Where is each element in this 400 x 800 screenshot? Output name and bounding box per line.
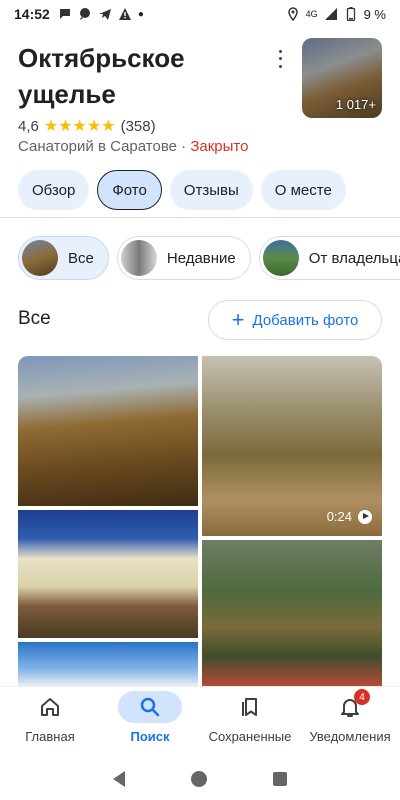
photo-grid: 0:24 (18, 356, 382, 686)
chip-thumbnail (262, 240, 299, 276)
photo-count: 1 017+ (335, 97, 376, 112)
filter-chip-owner[interactable]: От владельца (258, 236, 400, 280)
rating-row: 4,6 ★★★★★ (358) (18, 116, 156, 136)
header-photo[interactable]: 1 017+ (302, 38, 382, 118)
nav-label: Поиск (130, 729, 170, 744)
notification-icons: ● (58, 7, 144, 21)
nav-saved[interactable]: Сохраненные (200, 687, 300, 758)
place-category: Санаторий в Саратове · (18, 138, 191, 155)
photo-filter-chips: Все Недавние От владельца (18, 236, 400, 280)
chip-label: Все (68, 249, 94, 267)
more-notifications-icon: ● (137, 8, 144, 20)
video-tile[interactable]: 0:24 (202, 356, 382, 536)
chip-thumbnail (22, 240, 58, 276)
photo-tile[interactable] (202, 540, 382, 686)
status-time: 14:52 (14, 6, 50, 22)
tab-photos[interactable]: Фото (97, 170, 162, 210)
add-photo-label: Добавить фото (252, 311, 359, 329)
chip-label: Недавние (166, 249, 236, 267)
photo-tile[interactable] (18, 642, 198, 686)
nav-label: Сохраненные (208, 729, 292, 744)
warning-icon (118, 8, 131, 20)
tab-reviews[interactable]: Отзывы (169, 170, 253, 210)
filter-chip-all[interactable]: Все (18, 236, 109, 280)
bottom-navigation: Главная Поиск Сохраненные 4 Уведомления (0, 686, 400, 758)
search-icon (140, 697, 160, 717)
chip-thumbnail (120, 240, 157, 276)
place-title: Октябрьское ущелье (18, 43, 185, 109)
home-icon (41, 698, 59, 716)
message-icon (59, 9, 70, 19)
signal-icon (324, 8, 337, 20)
chip-label: От владельца (308, 249, 400, 267)
review-count: (358) (120, 117, 156, 135)
nav-label: Главная (25, 729, 75, 744)
nav-label: Уведомления (309, 729, 391, 744)
system-navigation (0, 758, 400, 800)
plus-icon: + (231, 307, 245, 332)
divider (0, 217, 400, 218)
battery-level: 9 % (363, 6, 386, 22)
telegram-icon (98, 9, 111, 20)
back-icon[interactable] (113, 771, 125, 787)
video-badge: 0:24 (327, 509, 372, 524)
add-photo-button[interactable]: + Добавить фото (208, 300, 382, 340)
bookmark-icon (242, 698, 257, 716)
tab-about[interactable]: О месте (260, 170, 346, 210)
nav-search[interactable]: Поиск (100, 687, 200, 758)
photo-tile[interactable] (18, 510, 198, 638)
location-icon (287, 7, 298, 21)
tab-bar: Обзор Фото Отзывы О месте (18, 170, 346, 210)
tab-overview[interactable]: Обзор (18, 170, 90, 210)
notification-badge: 4 (354, 689, 370, 705)
section-title: Все (18, 308, 51, 329)
star-rating-icon: ★★★★★ (43, 118, 116, 135)
chat-icon (79, 8, 90, 20)
more-options-icon[interactable] (270, 48, 290, 70)
rating-value: 4,6 (18, 117, 39, 135)
video-duration: 0:24 (326, 509, 352, 524)
place-subtitle: Санаторий в Саратове · Закрыто (18, 138, 248, 155)
status-bar: 14:52 ● 4G 9 % (0, 0, 400, 28)
photo-tile[interactable] (18, 356, 198, 506)
network-label: 4G (305, 9, 318, 19)
home-button-icon[interactable] (191, 771, 207, 787)
recents-icon[interactable] (273, 772, 287, 786)
open-status: Закрыто (190, 138, 249, 155)
play-icon (358, 509, 372, 524)
nav-notifications[interactable]: 4 Уведомления (300, 687, 400, 758)
nav-home[interactable]: Главная (0, 687, 100, 758)
filter-chip-recent[interactable]: Недавние (116, 236, 251, 280)
battery-icon (346, 7, 355, 21)
